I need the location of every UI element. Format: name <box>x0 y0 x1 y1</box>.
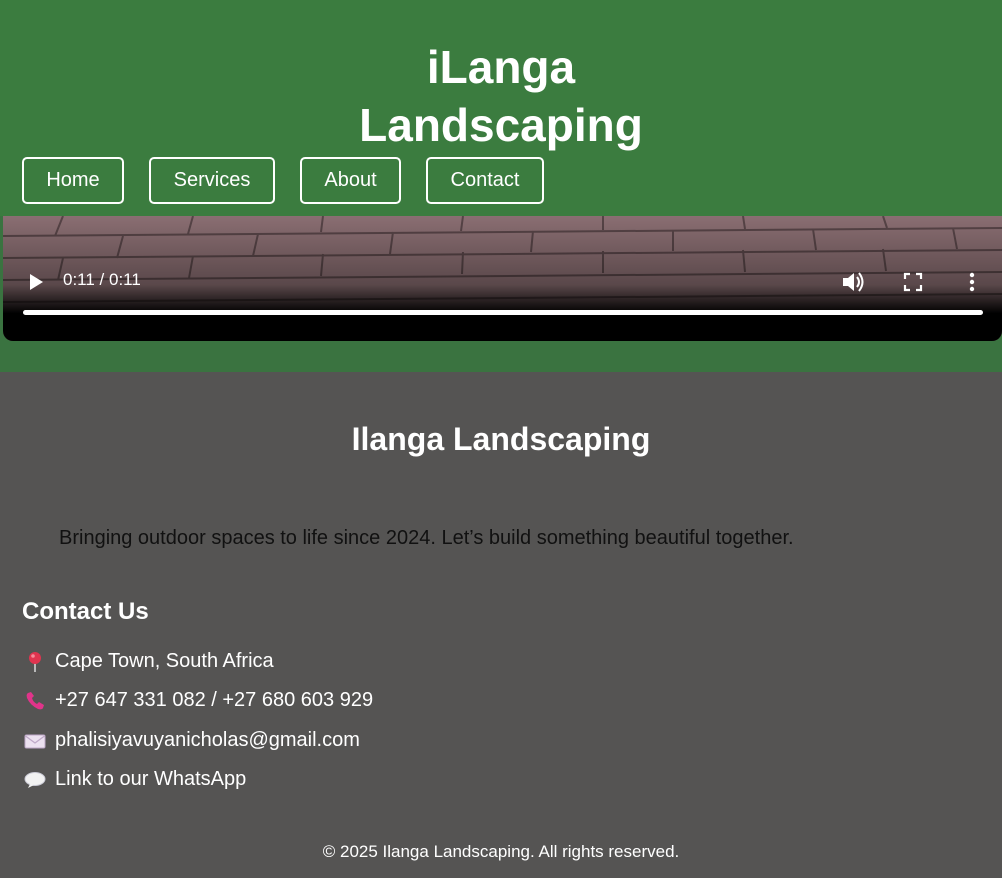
video-progress-bar[interactable] <box>23 310 983 315</box>
nav-home-button[interactable]: Home <box>22 157 124 204</box>
footer-tagline: Bringing outdoor spaces to life since 20… <box>59 527 794 549</box>
contact-location-text: Cape Town, South Africa <box>55 650 274 672</box>
contact-email-link[interactable]: phalisiyavuyanicholas@gmail.com <box>55 729 360 752</box>
nav-about-button[interactable]: About <box>300 157 401 204</box>
more-options-icon[interactable] <box>965 271 979 293</box>
contact-phone: +27 647 331 082 / +27 680 603 929 <box>24 689 373 712</box>
site-title-line-2: Landscaping <box>359 99 643 151</box>
envelope-icon <box>24 734 46 748</box>
contact-email[interactable]: phalisiyavuyanicholas@gmail.com <box>24 729 360 752</box>
speech-bubble-icon <box>24 771 46 788</box>
play-icon[interactable] <box>27 273 45 291</box>
contact-heading: Contact Us <box>22 598 149 625</box>
nav-services-button[interactable]: Services <box>149 157 275 204</box>
main-nav: Home Services About Contact <box>22 157 569 204</box>
site-title: iLanga Landscaping <box>0 38 1002 154</box>
round-pushpin-icon <box>29 651 41 672</box>
contact-location: Cape Town, South Africa <box>24 650 274 673</box>
volume-icon[interactable] <box>841 271 865 293</box>
footer-title: Ilanga Landscaping <box>351 421 651 457</box>
video-time: 0:11 / 0:11 <box>63 270 141 289</box>
contact-phone-text: +27 647 331 082 / +27 680 603 929 <box>55 689 374 711</box>
telephone-receiver-icon <box>26 691 44 709</box>
site-header: iLanga Landscaping Home Services About C… <box>0 0 1002 216</box>
contact-whatsapp[interactable]: Link to our WhatsApp <box>24 768 246 791</box>
site-title-line-1: iLanga <box>426 41 576 93</box>
video-player[interactable]: 0:11 / 0:11 <box>3 216 1002 341</box>
whatsapp-link[interactable]: Link to our WhatsApp <box>55 768 246 791</box>
fullscreen-icon[interactable] <box>903 272 923 292</box>
nav-contact-button[interactable]: Contact <box>426 157 544 204</box>
copyright-text: © 2025 Ilanga Landscaping. All rights re… <box>322 842 680 861</box>
